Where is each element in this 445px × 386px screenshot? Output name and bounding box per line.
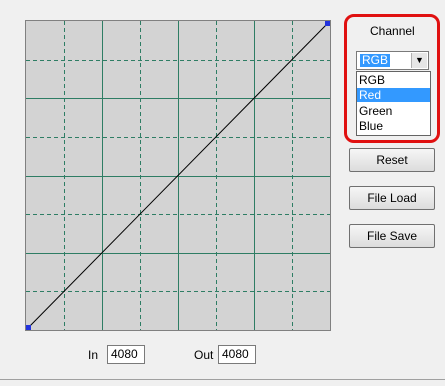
in-value-field[interactable]: 4080 <box>107 345 145 364</box>
in-label: In <box>88 348 99 362</box>
out-value-field[interactable]: 4080 <box>218 345 256 364</box>
file-load-button[interactable]: File Load <box>349 186 435 210</box>
file-save-button[interactable]: File Save <box>349 224 435 248</box>
reset-button[interactable]: Reset <box>349 148 435 172</box>
curve-editor[interactable] <box>25 20 331 331</box>
annotation-highlight <box>344 14 440 143</box>
out-label: Out <box>194 348 214 362</box>
curve-handle-white-point[interactable] <box>325 21 330 26</box>
curves-dialog: In 4080 Out 4080 Channel RGB ▼ RGB Red G… <box>0 0 445 386</box>
curve-canvas[interactable] <box>26 21 330 330</box>
curve-handle-black-point[interactable] <box>26 325 31 330</box>
bottom-divider <box>0 379 445 380</box>
